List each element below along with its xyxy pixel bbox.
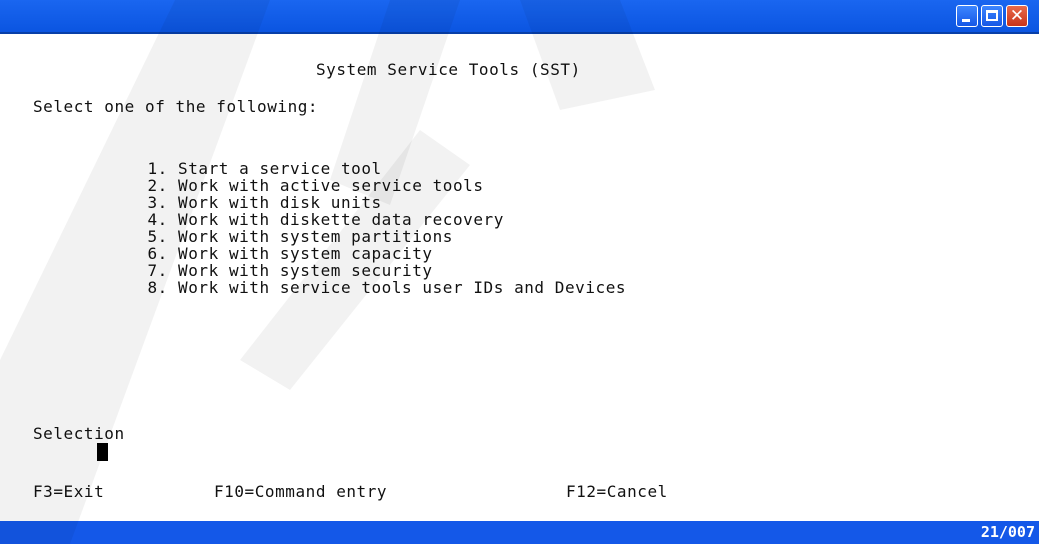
f10-command-entry-key[interactable]: F10=Command entry [214, 482, 387, 501]
maximize-button[interactable] [981, 5, 1003, 27]
screen-title: System Service Tools (SST) [316, 60, 581, 79]
close-button[interactable]: ✕ [1006, 5, 1028, 27]
close-icon: ✕ [1009, 6, 1025, 26]
maximize-icon [986, 10, 998, 21]
menu-item-8[interactable]: 8. Work with service tools user IDs and … [66, 259, 626, 316]
instruction-text: Select one of the following: [33, 97, 319, 116]
minimize-button[interactable] [956, 5, 978, 27]
status-bar: 21/007 [0, 521, 1039, 544]
title-bar: ✕ [0, 0, 1039, 34]
f3-exit-key[interactable]: F3=Exit [33, 482, 104, 501]
f12-cancel-key[interactable]: F12=Cancel [566, 482, 668, 501]
menu-item-number: 8. [147, 278, 168, 297]
minimize-icon [962, 19, 970, 22]
emulator-window: ✕ System Service Tools (SST) Select one … [0, 0, 1039, 544]
text-cursor [97, 443, 108, 461]
selection-label: Selection [33, 424, 125, 443]
cursor-position: 21/007 [980, 523, 1035, 541]
menu-item-label: Work with service tools user IDs and Dev… [178, 278, 627, 297]
terminal-screen[interactable]: System Service Tools (SST) Select one of… [0, 48, 1039, 521]
